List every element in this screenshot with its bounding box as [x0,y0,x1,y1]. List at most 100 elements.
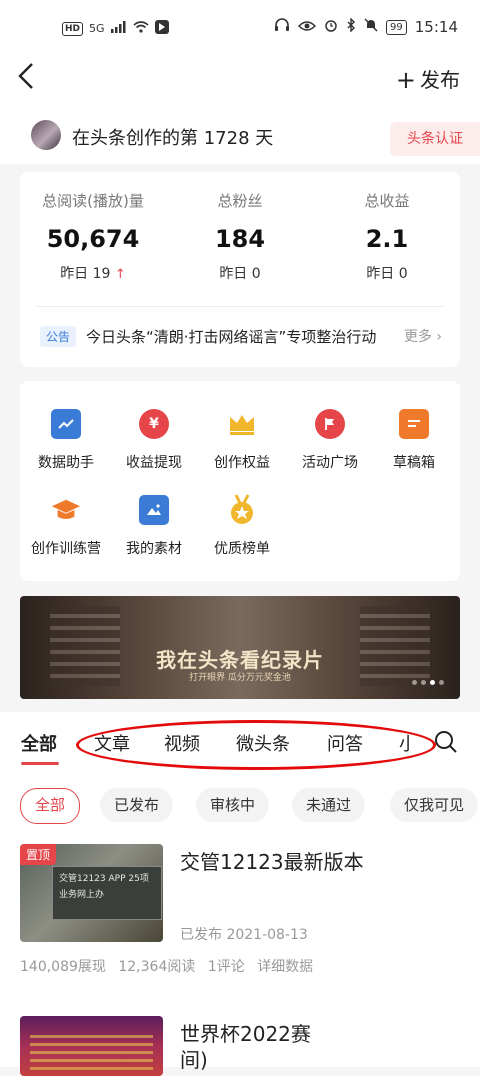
search-icon [435,731,457,753]
notice-text: 今日头条“清朗·打击网络谣言”专项整治行动 [86,327,377,346]
stat-sub: 昨日 0 [366,266,408,282]
article-title-line2: 间) [180,1048,208,1072]
stat-value: 184 [214,225,266,253]
chevron-left-icon [18,63,33,89]
tool-label: 创作训练营 [31,541,101,557]
stat-label: 总粉丝 [217,192,263,210]
tool-quality-ranking[interactable]: 优质榜单 [198,494,286,558]
eye-icon [297,18,317,36]
thumbnail-table-graphic [30,1030,153,1070]
tool-activity-square[interactable]: 活动广场 [286,409,374,472]
stats-card: 总阅读(播放)量 50,674 昨日 19 ↑ 总粉丝 184 昨日 0 总收益… [20,172,460,367]
content-tabs: 全部 文章 视频 微头条 问答 小 [0,712,480,770]
stat-total-income[interactable]: 总收益 2.1 昨日 0 [314,190,460,283]
documentary-banner[interactable]: 我在头条看纪录片 打开眼界 瓜分万元奖金池 [20,596,460,699]
search-button[interactable] [434,730,458,758]
status-right: 99 15:14 [274,17,458,36]
bluetooth-icon [346,17,356,36]
tab-all[interactable]: 全部 [21,730,57,756]
carousel-dot [439,680,444,685]
filter-rejected[interactable]: 未通过 [292,788,366,822]
publish-button[interactable]: + 发布 [396,64,460,94]
draft-icon [399,409,429,439]
thumbnail-sign: 交管12123 APP 25项业务网上办 [52,866,162,920]
profile-row: 在头条创作的第 1728 天 头条认证 [0,106,480,164]
status-left: HD 5G [62,20,169,37]
creator-tools-card: 数据助手 ¥ 收益提现 创作权益 活动广场 草稿箱 创作训练营 我的素材 优质榜… [20,381,460,581]
article-meta: 已发布 2021-08-13 [180,927,308,943]
alarm-icon [324,18,338,36]
tab-active-indicator [21,762,59,765]
filter-under-review[interactable]: 审核中 [196,788,270,822]
plus-icon: + [395,66,416,94]
tool-my-materials[interactable]: 我的素材 [110,495,198,558]
tool-label: 草稿箱 [393,455,435,471]
stat-value: 50,674 [46,225,140,253]
app-notification-icon [154,20,169,37]
graduation-cap-icon [51,495,81,525]
comments-count: 1评论 [207,959,245,975]
signal-icon [110,21,127,36]
battery-icon: 99 [386,19,407,35]
notice-tag: 公告 [40,325,77,347]
tool-training-camp[interactable]: 创作训练营 [22,495,110,558]
tab-qa[interactable]: 问答 [327,730,363,756]
toutiao-certification-button[interactable]: 头条认证 [390,122,480,156]
clock-time: 15:14 [414,18,458,36]
status-filters: 全部 已发布 审核中 未通过 仅我可见 [0,770,480,840]
article-stats: 140,089展现 12,364阅读 1评论 详细数据 [20,956,321,976]
network-type: 5G [89,22,105,35]
avatar[interactable] [31,120,61,150]
carousel-dot [430,680,435,685]
tab-video[interactable]: 视频 [164,730,200,756]
tab-article[interactable]: 文章 [94,730,130,756]
banner-subtitle: 打开眼界 瓜分万元奖金池 [189,673,291,683]
banner-title: 我在头条看纪录片 [156,648,324,672]
up-arrow-icon: ↑ [114,267,126,282]
filter-private[interactable]: 仅我可见 [390,788,479,822]
carousel-dot [412,680,417,685]
headphones-icon [274,18,290,36]
image-icon [139,495,169,525]
tool-data-assistant[interactable]: 数据助手 [22,409,110,472]
wifi-icon [133,21,149,36]
stat-label: 总收益 [364,192,410,210]
tool-label: 创作权益 [214,455,270,471]
tool-creator-rights[interactable]: 创作权益 [198,409,286,472]
crown-icon [227,409,257,439]
divider [36,306,444,307]
creator-days-text: 在头条创作的第 1728 天 [72,128,274,149]
stat-total-fans[interactable]: 总粉丝 184 昨日 0 [167,190,313,283]
article-thumbnail[interactable] [20,1016,163,1076]
hd-badge: HD [62,21,84,36]
tab-micro-post[interactable]: 微头条 [236,730,290,756]
tab-partial[interactable]: 小 [399,730,411,756]
notice-bar[interactable]: 公告 今日头条“清朗·打击网络谣言”专项整治行动 更多 › [40,322,442,350]
stat-label: 总阅读(播放)量 [42,192,144,210]
tool-label: 数据助手 [38,455,94,471]
yuan-icon: ¥ [139,409,169,439]
top-nav: + 发布 [0,56,480,106]
tool-label: 优质榜单 [214,541,270,557]
tool-label: 我的素材 [126,541,182,557]
article-thumbnail[interactable]: 交管12123 APP 25项业务网上办 置顶 [20,844,163,942]
tool-income-withdraw[interactable]: ¥ 收益提现 [110,409,198,472]
filter-published[interactable]: 已发布 [100,788,174,822]
publish-label: 发布 [420,68,460,92]
flag-icon [315,409,345,439]
back-button[interactable] [18,62,34,94]
article-title[interactable]: 交管12123最新版本 [180,846,364,875]
pinned-badge: 置顶 [20,844,57,865]
chevron-right-icon: › [436,329,442,345]
tool-drafts[interactable]: 草稿箱 [370,409,458,472]
impressions-count: 140,089展现 [20,959,106,975]
more-link[interactable]: 更多 › [404,326,442,346]
medal-icon [227,494,257,525]
stat-total-reads[interactable]: 总阅读(播放)量 50,674 昨日 19 ↑ [20,190,166,283]
article-title[interactable]: 世界杯2022赛 [180,1018,311,1047]
tool-label: 活动广场 [302,455,358,471]
tool-label: 收益提现 [126,455,182,471]
article-list: 交管12123 APP 25项业务网上办 置顶 交管12123最新版本 已发布 … [0,840,480,1076]
stat-sub: 昨日 19 [60,266,111,282]
filter-all[interactable]: 全部 [20,788,81,824]
